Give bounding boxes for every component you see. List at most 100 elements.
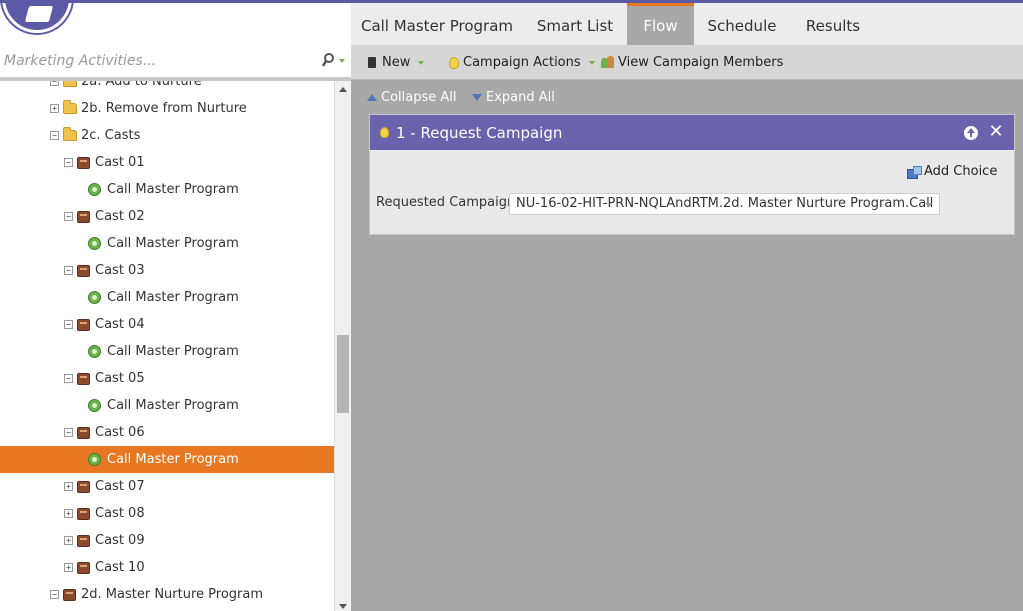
collapse-toggle-icon[interactable]: − xyxy=(64,374,73,383)
chevron-down-icon xyxy=(588,60,595,65)
tab-schedule[interactable]: Schedule xyxy=(694,3,790,45)
toolbar: New Campaign Actions View Campaign Membe… xyxy=(351,45,1023,80)
tree-item-campaign[interactable]: Call Master Program xyxy=(0,446,334,473)
campaign-workspace: Call Master Program Smart List Flow Sche… xyxy=(351,0,1023,611)
chevron-down-icon xyxy=(925,203,933,207)
tree-item-program[interactable]: − Cast 04 xyxy=(0,311,334,338)
tree-item-program[interactable]: − Cast 01 xyxy=(0,149,334,176)
requested-campaign-label: Requested Campaign: xyxy=(376,195,520,210)
expand-all-label: Expand All xyxy=(486,90,555,105)
smart-campaign-icon xyxy=(88,183,101,196)
collapse-toggle-icon[interactable]: − xyxy=(64,212,73,221)
scroll-down-icon[interactable] xyxy=(339,604,347,609)
close-icon[interactable]: ✕ xyxy=(988,123,1004,141)
tree-item-label: Cast 09 xyxy=(95,533,145,548)
expand-all-button[interactable]: Expand All xyxy=(472,90,555,105)
collapse-toggle-icon[interactable]: − xyxy=(64,320,73,329)
tree-item-campaign[interactable]: Call Master Program xyxy=(0,392,334,419)
program-icon xyxy=(77,507,90,520)
tree-item-label: Call Master Program xyxy=(107,236,239,251)
campaign-actions-button[interactable]: Campaign Actions xyxy=(449,45,595,80)
scroll-up-icon[interactable] xyxy=(339,87,347,92)
search-filter-button[interactable] xyxy=(321,53,348,69)
tree-item-program[interactable]: + Cast 08 xyxy=(0,500,334,527)
collapse-toggle-icon[interactable]: − xyxy=(50,81,59,86)
smart-campaign-icon xyxy=(88,345,101,358)
program-icon xyxy=(77,426,90,439)
tree-item-label: Cast 07 xyxy=(95,479,145,494)
tree-item-program[interactable]: − Cast 05 xyxy=(0,365,334,392)
tree-item-label: 2d. Master Nurture Program xyxy=(81,587,263,602)
tree-item-program[interactable]: + Cast 10 xyxy=(0,554,334,581)
tree-search-input[interactable] xyxy=(4,50,314,72)
folder-icon xyxy=(63,127,77,141)
flow-step-title: 1 - Request Campaign xyxy=(380,115,562,150)
expand-toggle-icon[interactable]: + xyxy=(64,563,73,572)
tree-scrollbar[interactable] xyxy=(334,81,351,611)
program-icon xyxy=(77,210,90,223)
program-icon xyxy=(77,264,90,277)
tree-item-label: Call Master Program xyxy=(107,398,239,413)
collapse-toggle-icon[interactable]: − xyxy=(64,428,73,437)
collapse-all-button[interactable]: Collapse All xyxy=(367,90,457,105)
expand-toggle-icon[interactable]: + xyxy=(50,104,59,113)
tree-item-folder[interactable]: − 2a. Add to Nurture xyxy=(0,81,334,95)
tree-item-program[interactable]: − Cast 03 xyxy=(0,257,334,284)
expand-toggle-icon[interactable]: + xyxy=(64,536,73,545)
tree-item-program[interactable]: − Cast 02 xyxy=(0,203,334,230)
new-label: New xyxy=(382,55,411,70)
tab-smart-list[interactable]: Smart List xyxy=(523,3,627,45)
search-icon xyxy=(321,53,345,67)
tree-item-campaign[interactable]: Call Master Program xyxy=(0,230,334,257)
tree-item-program[interactable]: + Cast 07 xyxy=(0,473,334,500)
program-icon xyxy=(77,318,90,331)
chevron-down-icon xyxy=(418,60,425,65)
requested-campaign-select[interactable]: NU-16-02-HIT-PRN-NQLAndRTM.2d. Master Nu… xyxy=(509,193,940,215)
move-up-icon[interactable] xyxy=(964,126,978,140)
tree-item-folder[interactable]: +2b. Remove from Nurture xyxy=(0,95,334,122)
expand-toggle-icon[interactable]: + xyxy=(64,509,73,518)
tree-item-campaign[interactable]: Call Master Program xyxy=(0,338,334,365)
tree-item-campaign[interactable]: Call Master Program xyxy=(0,176,334,203)
tree-item-campaign[interactable]: Call Master Program xyxy=(0,284,334,311)
collapse-toggle-icon[interactable]: − xyxy=(50,131,59,140)
campaign-tabs: Call Master Program Smart List Flow Sche… xyxy=(351,3,1023,45)
tab-results[interactable]: Results xyxy=(790,3,876,45)
tree-item-folder[interactable]: − 2c. Casts xyxy=(0,122,334,149)
tree-item-label: Cast 08 xyxy=(95,506,145,521)
program-icon xyxy=(77,156,90,169)
top-accent-bar xyxy=(0,0,1023,3)
flow-step-card: 1 - Request Campaign ✕ Add Choice Reques… xyxy=(369,114,1015,235)
flow-step-title-text: 1 - Request Campaign xyxy=(396,123,563,142)
new-button[interactable]: New xyxy=(368,45,425,80)
logo-mark-icon xyxy=(24,6,54,22)
app-logo[interactable] xyxy=(2,3,72,33)
tree-item-program[interactable]: − Cast 06 xyxy=(0,419,334,446)
tree-item-label: 2b. Remove from Nurture xyxy=(81,101,247,116)
flow-step-header[interactable]: 1 - Request Campaign ✕ xyxy=(370,115,1014,150)
tree-item-label: Call Master Program xyxy=(107,452,239,467)
tree-item-label: Call Master Program xyxy=(107,290,239,305)
smart-campaign-icon xyxy=(88,453,101,466)
tree-item-program[interactable]: + Cast 09 xyxy=(0,527,334,554)
program-icon xyxy=(77,561,90,574)
expand-toggle-icon[interactable]: + xyxy=(64,482,73,491)
scrollbar-thumb[interactable] xyxy=(337,335,349,413)
tree-item-label: Cast 05 xyxy=(95,371,145,386)
tree-item-program[interactable]: − 2d. Master Nurture Program xyxy=(0,581,334,608)
tree-item-label: 2c. Casts xyxy=(81,128,141,143)
smart-campaign-icon xyxy=(88,291,101,304)
add-choice-button[interactable]: Add Choice xyxy=(907,164,997,179)
tree-item-label: Call Master Program xyxy=(107,344,239,359)
view-campaign-members-button[interactable]: View Campaign Members xyxy=(601,45,783,80)
tree-item-label: Cast 03 xyxy=(95,263,145,278)
activity-tree: − 2a. Add to Nurture +2b. Remove from Nurt… xyxy=(0,81,334,611)
collapse-toggle-icon[interactable]: − xyxy=(64,158,73,167)
tab-call-master-program[interactable]: Call Master Program xyxy=(351,3,523,45)
collapse-toggle-icon[interactable]: − xyxy=(64,266,73,275)
collapse-all-label: Collapse All xyxy=(381,90,457,105)
new-icon xyxy=(368,57,376,68)
collapse-toggle-icon[interactable]: − xyxy=(50,590,59,599)
program-icon xyxy=(77,534,90,547)
tab-flow[interactable]: Flow xyxy=(627,3,694,45)
